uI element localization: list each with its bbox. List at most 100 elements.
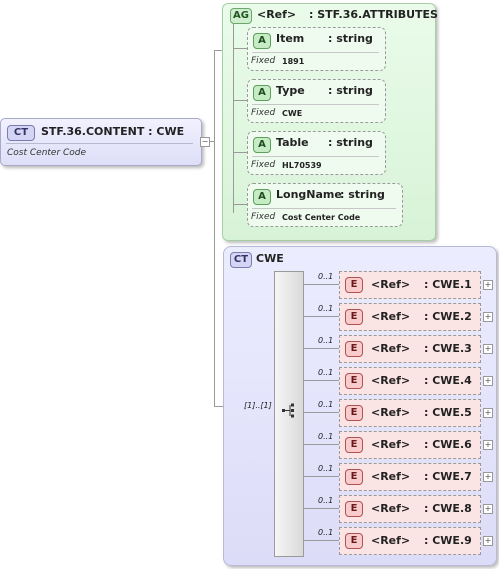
root-doc: Cost Center Code xyxy=(7,148,87,158)
element-occurrence: 0..1 xyxy=(318,272,334,281)
attribute-type: : string xyxy=(328,136,373,149)
expand-icon[interactable]: + xyxy=(483,440,493,450)
attribute-type[interactable]: A Type : string Fixed CWE xyxy=(247,79,386,123)
expand-icon[interactable]: + xyxy=(483,472,493,482)
expand-icon[interactable]: + xyxy=(483,408,493,418)
element-cwe-5[interactable]: E <Ref> : CWE.5 xyxy=(339,399,481,427)
attr-connector xyxy=(233,100,247,101)
attribute-type: : string xyxy=(340,188,385,201)
expand-icon[interactable]: + xyxy=(483,536,493,546)
element-ref: <Ref> xyxy=(371,470,411,483)
expand-icon[interactable]: + xyxy=(483,504,493,514)
attribute-group-icon: AG xyxy=(230,8,252,24)
fixed-label: Fixed xyxy=(251,56,276,66)
collapse-icon[interactable]: − xyxy=(200,137,210,147)
element-occurrence: 0..1 xyxy=(318,336,334,345)
element-occurrence: 0..1 xyxy=(318,432,334,441)
attribute-icon: A xyxy=(253,137,271,153)
element-occurrence: 0..1 xyxy=(318,528,334,537)
element-cwe-3[interactable]: E <Ref> : CWE.3 xyxy=(339,335,481,363)
expand-icon[interactable]: + xyxy=(483,312,493,322)
element-connector xyxy=(303,284,339,285)
element-cwe-7[interactable]: E <Ref> : CWE.7 xyxy=(339,463,481,491)
fixed-label: Fixed xyxy=(251,212,276,222)
element-connector xyxy=(303,316,339,317)
element-name: : CWE.6 xyxy=(424,438,472,451)
element-connector xyxy=(303,444,339,445)
element-icon: E xyxy=(345,501,363,517)
expand-icon[interactable]: + xyxy=(483,376,493,386)
element-connector xyxy=(303,540,339,541)
element-connector xyxy=(303,348,339,349)
connector-trunk xyxy=(214,50,215,406)
complex-type-icon: CT xyxy=(7,125,35,141)
element-icon: E xyxy=(345,437,363,453)
element-name: : CWE.7 xyxy=(424,470,472,483)
expand-icon[interactable]: + xyxy=(483,344,493,354)
element-icon: E xyxy=(345,341,363,357)
element-cwe-4[interactable]: E <Ref> : CWE.4 xyxy=(339,367,481,395)
element-name: : CWE.8 xyxy=(424,502,472,515)
attribute-icon: A xyxy=(253,85,271,101)
element-cwe-2[interactable]: E <Ref>: CWE.2 xyxy=(339,303,481,331)
element-name: : CWE.1 xyxy=(424,278,472,291)
attribute-type: : string xyxy=(328,32,373,45)
element-connector xyxy=(303,412,339,413)
element-name: : CWE.4 xyxy=(424,374,472,387)
element-connector xyxy=(303,508,339,509)
attribute-icon: A xyxy=(253,189,271,205)
attribute-item[interactable]: A Item : string Fixed 1891 xyxy=(247,27,386,71)
attribute-name: Table xyxy=(276,136,309,149)
element-icon: E xyxy=(345,373,363,389)
element-cwe-6[interactable]: E <Ref> : CWE.6 xyxy=(339,431,481,459)
attribute-separator xyxy=(252,208,396,209)
element-ref: <Ref> xyxy=(371,534,411,547)
element-icon: E xyxy=(345,277,363,293)
element-ref: <Ref> xyxy=(371,406,411,419)
fixed-value: CWE xyxy=(282,109,303,118)
element-name: : CWE.5 xyxy=(424,406,472,419)
fixed-label: Fixed xyxy=(251,160,276,170)
element-icon: E xyxy=(345,469,363,485)
element-ref: <Ref> xyxy=(371,374,411,387)
element-ref: <Ref> xyxy=(371,278,411,291)
ag-ref: <Ref> xyxy=(257,8,297,21)
element-name: : CWE.9 xyxy=(424,534,472,547)
sequence-icon xyxy=(281,402,299,424)
attribute-separator xyxy=(252,104,379,105)
attribute-group[interactable]: AG <Ref> : STF.36.ATTRIBUTES A Item : stri… xyxy=(222,3,438,241)
ag-name: : STF.36.ATTRIBUTES xyxy=(309,8,438,21)
attr-trunk xyxy=(233,24,234,213)
root-complex-type[interactable]: CT STF.36.CONTENT : CWE Cost Center Code xyxy=(0,118,202,166)
element-occurrence: 0..1 xyxy=(318,304,334,313)
element-ref: <Ref> xyxy=(371,342,411,355)
fixed-value: HL70539 xyxy=(282,161,322,170)
element-connector xyxy=(303,476,339,477)
attribute-name: LongName xyxy=(276,188,342,201)
root-title: STF.36.CONTENT : CWE xyxy=(41,125,185,138)
element-name: : CWE.3 xyxy=(424,342,472,355)
element-cwe-1[interactable]: E <Ref> : CWE.1 xyxy=(339,271,481,299)
element-occurrence: 0..1 xyxy=(318,400,334,409)
element-ref: <Ref> xyxy=(371,438,411,451)
element-connector xyxy=(303,380,339,381)
attribute-icon: A xyxy=(253,33,271,49)
attribute-table[interactable]: A Table : string Fixed HL70539 xyxy=(247,131,386,175)
element-occurrence: 0..1 xyxy=(318,368,334,377)
element-ref: <Ref> xyxy=(371,502,411,515)
fixed-value: Cost Center Code xyxy=(282,213,361,222)
fixed-value: 1891 xyxy=(282,57,305,66)
attribute-type: : string xyxy=(328,84,373,97)
fixed-label: Fixed xyxy=(251,108,276,118)
attribute-name: Type xyxy=(276,84,305,97)
cwe-name: CWE xyxy=(256,252,284,265)
attribute-longname[interactable]: A LongName: string Fixed Cost Center Code xyxy=(247,183,403,227)
expand-icon[interactable]: + xyxy=(483,280,493,290)
connector-to-ag xyxy=(214,50,222,51)
attribute-name: Item xyxy=(276,32,305,45)
element-cwe-8[interactable]: E <Ref> : CWE.8 xyxy=(339,495,481,523)
element-icon: E xyxy=(345,405,363,421)
attr-connector xyxy=(233,152,247,153)
element-cwe-9[interactable]: E <Ref>: CWE.9 xyxy=(339,527,481,555)
element-icon: E xyxy=(345,309,363,325)
